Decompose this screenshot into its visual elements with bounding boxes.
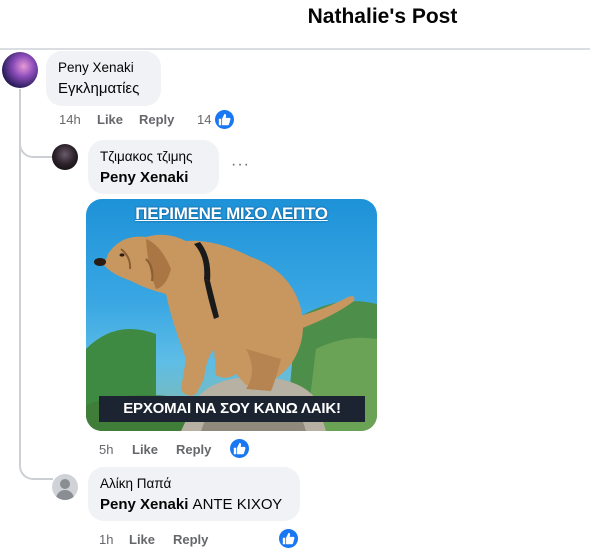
thread-connector-reply-2 <box>19 458 53 480</box>
reply-button[interactable]: Reply <box>173 532 208 547</box>
reaction-count[interactable]: 14 <box>197 112 211 127</box>
page-title: Nathalie's Post <box>307 5 458 28</box>
like-button[interactable]: Like <box>129 532 155 547</box>
like-button[interactable]: Like <box>97 112 123 127</box>
reply-actions: 1h Like Reply <box>99 532 299 550</box>
reply-button[interactable]: Reply <box>139 112 174 127</box>
comment-bubble: Peny Xenaki Εγκληματίες <box>46 51 161 106</box>
meme-image[interactable]: ΠΕΡΙΜΕΝΕ ΜΙΣΟ ΛΕΠΤΟ ΕΡΧΟΜΑΙ ΝΑ ΣΟΥ ΚΑΝΩ … <box>86 199 377 431</box>
reply-text: Peny Xenaki ΑΝΤΕ ΚΙΧΟΥ <box>100 496 282 513</box>
avatar-aliki-papa[interactable] <box>52 474 78 500</box>
reply-mention[interactable]: Peny Xenaki <box>100 169 188 186</box>
reply-author[interactable]: Τζιμακος τζιμης <box>100 149 193 164</box>
comment-author[interactable]: Peny Xenaki <box>58 60 134 75</box>
reply-time[interactable]: 1h <box>99 532 113 547</box>
reply-time[interactable]: 5h <box>99 442 113 457</box>
thread-connector-reply-1 <box>19 128 53 158</box>
reply-button[interactable]: Reply <box>176 442 211 457</box>
comment-time[interactable]: 14h <box>59 112 81 127</box>
thumbs-up-icon[interactable] <box>279 529 298 548</box>
comment-text: Εγκληματίες <box>58 80 140 97</box>
like-button[interactable]: Like <box>132 442 158 457</box>
reply-bubble: Τζιμακος τζιμης Peny Xenaki <box>88 140 219 194</box>
post-header: Nathalie's Post <box>0 0 590 50</box>
reply-body: ΑΝΤΕ ΚΙΧΟΥ <box>188 496 283 513</box>
thumbs-up-icon[interactable] <box>215 110 234 129</box>
reply-mention[interactable]: Peny Xenaki <box>100 496 188 513</box>
default-avatar-body <box>56 490 74 500</box>
avatar-peny-xenaki[interactable] <box>2 52 38 88</box>
thumbs-up-icon[interactable] <box>230 439 249 458</box>
meme-bottom-caption-bar: ΕΡΧΟΜΑΙ ΝΑ ΣΟΥ ΚΑΝΩ ΛΑΙΚ! <box>99 396 365 422</box>
reply-author[interactable]: Αλίκη Παπά <box>100 476 171 491</box>
default-avatar-head <box>60 479 70 489</box>
more-options-icon[interactable]: ··· <box>231 156 250 174</box>
reply-actions: 5h Like Reply <box>99 442 299 460</box>
avatar-tzimakos[interactable] <box>52 144 78 170</box>
reply-bubble: Αλίκη Παπά Peny Xenaki ΑΝΤΕ ΚΙΧΟΥ <box>88 467 300 521</box>
meme-bottom-caption: ΕΡΧΟΜΑΙ ΝΑ ΣΟΥ ΚΑΝΩ ΛΑΙΚ! <box>123 400 341 417</box>
